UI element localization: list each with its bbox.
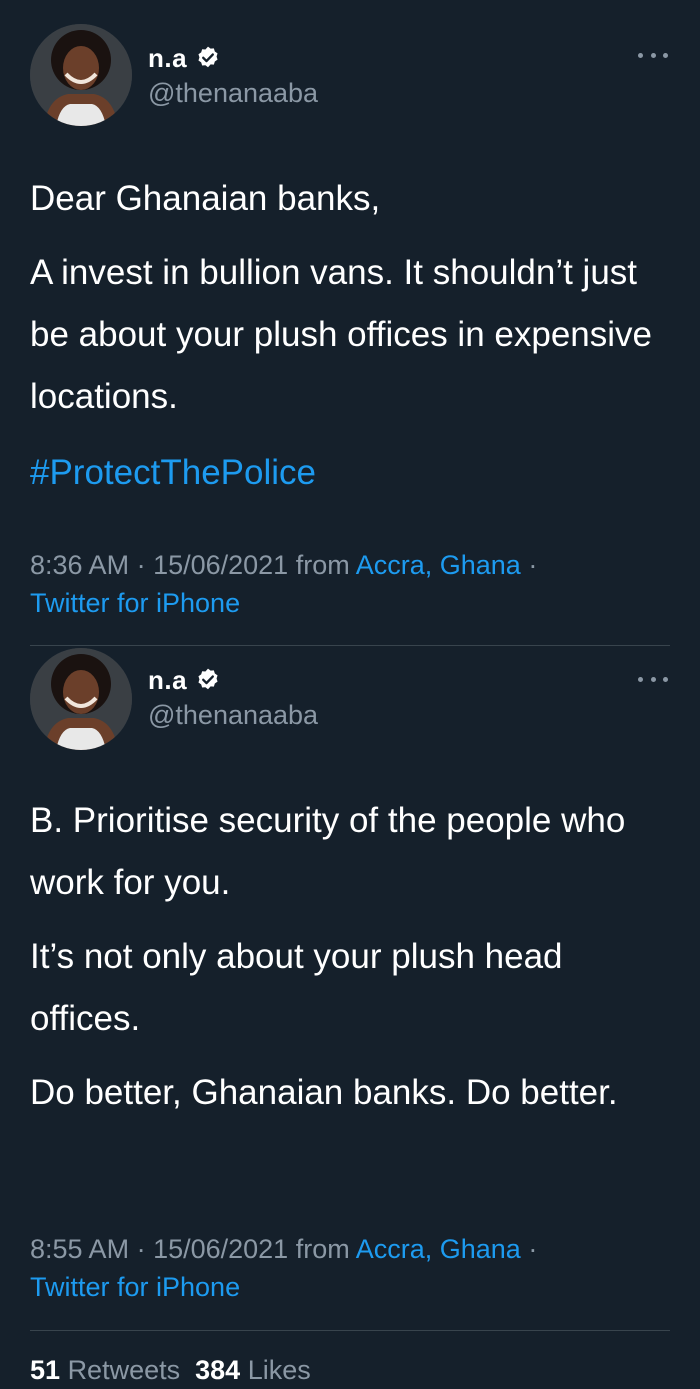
tweet-meta: 8:36 AM · 15/06/2021 from Accra, Ghana ·… <box>30 546 670 622</box>
avatar-image <box>30 24 132 126</box>
verified-badge-icon <box>195 45 221 71</box>
meta-separator: · <box>520 550 538 580</box>
avatar-image <box>30 648 132 750</box>
retweets-stat[interactable]: 51 Retweets <box>30 1355 180 1385</box>
retweets-count: 51 <box>30 1355 61 1385</box>
likes-stat[interactable]: 384 Likes <box>195 1355 311 1385</box>
author-name-row[interactable]: n.a <box>148 40 221 76</box>
meta-separator: · <box>129 550 154 580</box>
tweet-paragraph: B. Prioritise security of the people who… <box>30 801 626 902</box>
divider <box>30 1330 670 1331</box>
likes-count: 384 <box>195 1355 241 1385</box>
tweet-time[interactable]: 8:36 AM <box>30 550 129 580</box>
author-handle[interactable]: @thenanaaba <box>148 78 318 109</box>
tweet-paragraph: Dear Ghanaian banks, <box>30 179 381 218</box>
author-handle[interactable]: @thenanaaba <box>148 700 318 731</box>
meta-separator: · <box>129 1234 154 1264</box>
tweet-time[interactable]: 8:55 AM <box>30 1234 129 1264</box>
likes-label: Likes <box>247 1355 311 1385</box>
meta-from-label: from <box>288 550 356 580</box>
author-name-row[interactable]: n.a <box>148 662 221 698</box>
tweet-paragraph: A invest in bullion vans. It shouldn’t j… <box>30 253 652 416</box>
meta-from-label: from <box>288 1234 356 1264</box>
hashtag-link[interactable]: #ProtectThePolice <box>30 442 670 504</box>
avatar[interactable] <box>30 24 132 126</box>
source-link[interactable]: Twitter for iPhone <box>30 1272 240 1302</box>
tweet-text: Dear Ghanaian banks, A invest in bullion… <box>30 168 670 504</box>
tweet-text: B. Prioritise security of the people who… <box>30 790 670 1124</box>
tweet-paragraph: It’s not only about your plush head offi… <box>30 937 563 1038</box>
tweet-card[interactable]: n.a @thenanaaba B. Prioritise security o… <box>0 648 700 1389</box>
avatar[interactable] <box>30 648 132 750</box>
divider <box>30 645 670 646</box>
tweet-card[interactable]: n.a @thenanaaba Dear Ghanaian banks, A i… <box>0 0 700 648</box>
source-link[interactable]: Twitter for iPhone <box>30 588 240 618</box>
tweet-meta: 8:55 AM · 15/06/2021 from Accra, Ghana ·… <box>30 1230 670 1306</box>
more-options-icon[interactable] <box>638 664 668 694</box>
tweet-paragraph: Do better, Ghanaian banks. Do better. <box>30 1073 618 1112</box>
location-link[interactable]: Accra, Ghana <box>356 1234 521 1264</box>
author-display-name[interactable]: n.a <box>148 43 187 74</box>
retweets-label: Retweets <box>67 1355 181 1385</box>
author-display-name[interactable]: n.a <box>148 665 187 696</box>
meta-separator: · <box>520 1234 538 1264</box>
location-link[interactable]: Accra, Ghana <box>356 550 521 580</box>
engagement-stats: 51 Retweets 384 Likes <box>30 1355 311 1386</box>
verified-badge-icon <box>195 667 221 693</box>
tweet-date[interactable]: 15/06/2021 <box>153 550 288 580</box>
more-options-icon[interactable] <box>638 40 668 70</box>
tweet-date[interactable]: 15/06/2021 <box>153 1234 288 1264</box>
